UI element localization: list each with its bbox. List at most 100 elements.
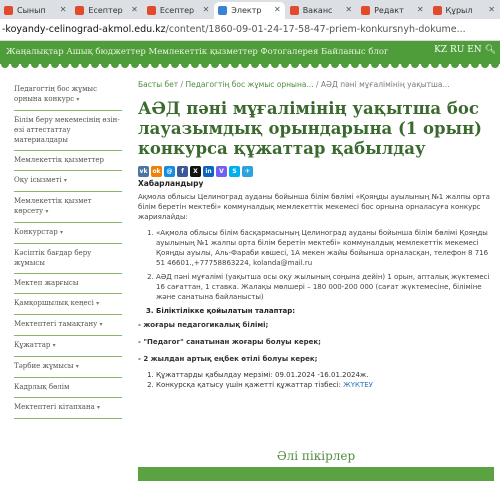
- sidebar-item[interactable]: Педагогтің бос жұмыс орнына конкурс ▾: [14, 80, 122, 111]
- sidebar-item-label: Білім беру мекемесінің өзін-өзі аттестат…: [14, 116, 120, 144]
- breadcrumb-section[interactable]: Педагогтің бос жұмыс орнына...: [185, 80, 313, 89]
- tab-favicon-icon: [75, 6, 85, 15]
- sidebar-item[interactable]: Мектептегі кітапхана ▾: [14, 398, 122, 419]
- sidebar-item[interactable]: Тәрбие жұмысы ▾: [14, 357, 122, 378]
- skype-icon[interactable]: S: [229, 166, 240, 177]
- tab-favicon-icon: [432, 6, 442, 15]
- tab-label: Электр: [231, 6, 262, 15]
- intro-paragraph: Ақмола облысы Целиноград ауданы бойынша …: [138, 193, 490, 221]
- sidebar-item-label: Құжаттар: [14, 341, 51, 349]
- sidebar-item-label: Мектептегі кітапхана: [14, 403, 95, 411]
- vk-icon[interactable]: vk: [138, 166, 149, 177]
- browser-tab[interactable]: Есептер ✕: [71, 2, 141, 19]
- facebook-icon[interactable]: f: [177, 166, 188, 177]
- sidebar-item-label: Кадрлық бөлім: [14, 383, 70, 391]
- breadcrumb: Басты бет / Педагогтің бос жұмыс орнына.…: [138, 80, 494, 89]
- close-tab-icon[interactable]: ✕: [60, 5, 67, 14]
- chevron-down-icon: ▾: [75, 363, 79, 370]
- tab-favicon-icon: [361, 6, 371, 15]
- sidebar-item[interactable]: Мемлекеттік қызмет көрсету ▾: [14, 192, 122, 223]
- chevron-down-icon: ▾: [99, 321, 103, 328]
- tab-label: Сынып: [17, 6, 46, 15]
- sidebar-item-label: Тәрбие жұмысы: [14, 362, 74, 370]
- breadcrumb-separator: /: [180, 80, 184, 89]
- comments-heading: Әлі пікірлер: [276, 449, 356, 463]
- browser-tab[interactable]: Электр ✕: [214, 2, 285, 19]
- sidebar-item[interactable]: Қамқоршылық кеңесі ▾: [14, 294, 122, 315]
- list-item: АӘД пәні мұғалімі (уақытша осы оқу жылын…: [156, 272, 494, 302]
- browser-tab[interactable]: Құрыл ✕: [429, 2, 499, 19]
- breadcrumb-home[interactable]: Басты бет: [138, 80, 178, 89]
- sidebar-item[interactable]: Конкурстар ▾: [14, 223, 122, 244]
- sidebar-item-label: Қамқоршылық кеңесі: [14, 299, 94, 307]
- viber-icon[interactable]: V: [216, 166, 227, 177]
- sidebar-item-label: Мектептегі тамақтану: [14, 320, 98, 328]
- linkedin-icon[interactable]: in: [203, 166, 214, 177]
- main-content: Басты бет / Педагогтің бос жұмыс орнына.…: [138, 80, 494, 390]
- language-switch[interactable]: KZ RU EN 🔍︎: [434, 45, 496, 55]
- chevron-down-icon: ▾: [96, 300, 100, 307]
- language-label: KZ RU EN: [434, 45, 482, 55]
- sidebar-item-label: Мемлекеттік қызмет көрсету: [14, 197, 92, 215]
- page-title: АӘД пәні мұғалімінің уақытша бос лауазым…: [138, 99, 482, 158]
- sidebar-item-label: Мектеп жарғысы: [14, 279, 79, 287]
- chevron-down-icon: ▾: [45, 208, 49, 215]
- site-header-nav[interactable]: Жаңалықтар Ашық бюджеттер Мемлекеттік қы…: [6, 47, 388, 57]
- requirement-line: - жоғары педагогикалық білімі;: [138, 321, 269, 329]
- tab-label: Есептер: [159, 6, 195, 15]
- url-path: /content/1860-09-01-24-17-58-47-priem-ko…: [165, 24, 466, 35]
- mailru-icon[interactable]: @: [164, 166, 175, 177]
- requirement-line: - "Педагог" санатынан жоғары болуы керек…: [138, 338, 321, 346]
- sidebar-item[interactable]: Мектептегі тамақтану ▾: [14, 315, 122, 336]
- search-icon[interactable]: 🔍︎: [485, 45, 496, 55]
- tab-favicon-icon: [146, 6, 156, 15]
- sidebar-item[interactable]: Құжаттар ▾: [14, 336, 122, 357]
- odnoklassniki-icon[interactable]: ok: [151, 166, 162, 177]
- close-tab-icon[interactable]: ✕: [417, 5, 424, 14]
- sidebar-menu: Педагогтің бос жұмыс орнына конкурс ▾ Біл…: [14, 80, 122, 419]
- list-item: «Ақмола облысы білім басқармасының Целин…: [156, 228, 494, 268]
- sidebar-item[interactable]: Кәсіптік бағдар беру жұмысы: [14, 244, 122, 274]
- sidebar-item[interactable]: Мектеп жарғысы: [14, 274, 122, 294]
- chevron-down-icon: ▾: [63, 177, 67, 184]
- browser-tab[interactable]: Ваканс ✕: [286, 2, 356, 19]
- site-header: Жаңалықтар Ашық бюджеттер Мемлекеттік қы…: [0, 41, 500, 63]
- share-buttons: vk ok @ f Xin V S ✈: [138, 166, 494, 177]
- sidebar-item-label: Мемлекеттік қызметтер: [14, 156, 105, 164]
- download-link[interactable]: ЖҮКТЕУ: [343, 381, 373, 389]
- sidebar-item[interactable]: Мемлекеттік қызметтер: [14, 151, 122, 171]
- list-item: Құжаттарды қабылдау мерзімі: 09.01.2024 …: [156, 370, 494, 380]
- address-bar[interactable]: -koyandy-celinograd-akmol.edu.kz/content…: [0, 19, 500, 41]
- chevron-down-icon: ▾: [52, 342, 56, 349]
- close-tab-icon[interactable]: ✕: [274, 5, 281, 14]
- close-tab-icon[interactable]: ✕: [131, 5, 138, 14]
- tab-favicon-icon: [4, 6, 13, 15]
- breadcrumb-current: АӘД пәні мұғалімінің уақытша...: [320, 80, 450, 89]
- browser-tab[interactable]: Сынып ✕: [0, 2, 70, 19]
- browser-tab-strip: Сынып ✕ Есептер ✕ Есептер ✕ Электр ✕ Ваканс ✕ Реда…: [0, 0, 500, 19]
- list-item: Конкурсқа қатысу үшін қажетті құжаттар т…: [156, 380, 494, 390]
- close-tab-icon[interactable]: ✕: [488, 5, 495, 14]
- tab-favicon-icon: [289, 6, 299, 15]
- header-scallop-border: [0, 62, 500, 68]
- list-item: Біліктілікке қойылатын талаптар:: [156, 306, 494, 316]
- requirement-line: - 2 жылдан артық еңбек өтілі болуы керек…: [138, 355, 318, 363]
- chevron-down-icon: ▾: [59, 229, 63, 236]
- browser-tab[interactable]: Есептер ✕: [143, 2, 213, 19]
- dates-list: Құжаттарды қабылдау мерзімі: 09.01.2024 …: [138, 370, 494, 390]
- breadcrumb-separator: /: [316, 80, 319, 89]
- docs-label: Конкурсқа қатысу үшін қажетті құжаттар т…: [156, 381, 341, 389]
- close-tab-icon[interactable]: ✕: [203, 5, 210, 14]
- tab-label: Ваканс: [302, 6, 333, 15]
- sidebar-item[interactable]: Оқу ісызметі ▾: [14, 171, 122, 192]
- sidebar-item-label: Педагогтің бос жұмыс орнына конкурс: [14, 85, 98, 103]
- sidebar-item[interactable]: Білім беру мекемесінің өзін-өзі аттестат…: [14, 111, 122, 151]
- announcement-label: Хабарландыру: [138, 179, 204, 188]
- sidebar-item[interactable]: Кадрлық бөлім: [14, 378, 122, 398]
- x-icon[interactable]: X: [190, 166, 201, 177]
- tab-label: Құрыл: [445, 6, 473, 15]
- telegram-icon[interactable]: ✈: [242, 166, 253, 177]
- tab-label: Есептер: [88, 6, 123, 15]
- close-tab-icon[interactable]: ✕: [345, 5, 352, 14]
- browser-tab[interactable]: Редакт ✕: [357, 2, 427, 19]
